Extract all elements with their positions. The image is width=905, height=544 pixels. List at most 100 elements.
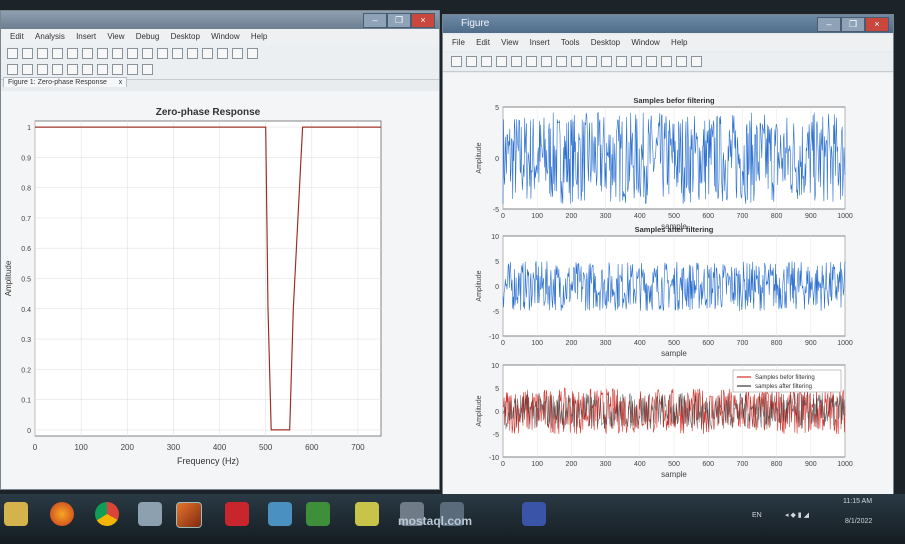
x-tick-label: 100 [531, 461, 543, 468]
toolbar-button[interactable] [22, 64, 33, 75]
excel-icon[interactable] [306, 502, 330, 526]
toolbar-button[interactable] [232, 48, 243, 59]
acrobat-icon[interactable] [225, 502, 249, 526]
toolbar-button[interactable] [691, 56, 702, 67]
notepad-icon[interactable] [268, 502, 292, 526]
toolbar-button[interactable] [142, 48, 153, 59]
toolbar-button[interactable] [556, 56, 567, 67]
x-tick-label: 0 [501, 213, 505, 220]
minimize-button[interactable]: – [817, 17, 841, 32]
toolbar-button[interactable] [52, 64, 63, 75]
y-tick-label: -5 [493, 207, 499, 214]
toolbar-button[interactable] [22, 48, 33, 59]
toolbar-button[interactable] [526, 56, 537, 67]
toolbar-button[interactable] [616, 56, 627, 67]
toolbar-button[interactable] [67, 64, 78, 75]
toolbar-button[interactable] [172, 48, 183, 59]
close-icon[interactable]: x [119, 79, 123, 86]
toolbar-button[interactable] [82, 48, 93, 59]
toolbar-button[interactable] [247, 48, 258, 59]
menu-item[interactable]: View [501, 35, 518, 51]
toolbar-button[interactable] [661, 56, 672, 67]
toolbar-button[interactable] [127, 64, 138, 75]
menu-item[interactable]: Analysis [35, 29, 65, 45]
menu-item[interactable]: Window [631, 35, 659, 51]
toolbar-button[interactable] [7, 48, 18, 59]
toolbar-button[interactable] [586, 56, 597, 67]
right-menu-bar: File Edit View Insert Tools Desktop Wind… [443, 35, 893, 51]
clock-time[interactable]: 11:15 AM [843, 498, 872, 505]
explorer-icon[interactable] [4, 502, 28, 526]
firefox-icon[interactable] [50, 502, 74, 526]
x-tick-label: 400 [634, 340, 646, 347]
clock-date[interactable]: 8/1/2022 [845, 518, 872, 525]
toolbar-button[interactable] [202, 48, 213, 59]
menu-item[interactable]: File [452, 35, 465, 51]
toolbar-button[interactable] [676, 56, 687, 67]
toolbar-button[interactable] [52, 48, 63, 59]
toolbar-button[interactable] [112, 64, 123, 75]
toolbar-button[interactable] [37, 48, 48, 59]
tray-icons[interactable]: ◂ ◆ ▮ ◢ [785, 511, 809, 519]
y-tick-label: 0 [495, 284, 499, 291]
menu-item[interactable]: Desktop [591, 35, 620, 51]
toolbar-button[interactable] [187, 48, 198, 59]
menu-item[interactable]: Tools [561, 35, 580, 51]
close-button[interactable]: × [411, 13, 435, 28]
toolbar-button[interactable] [541, 56, 552, 67]
menu-item[interactable]: Edit [10, 29, 24, 45]
toolbar-button[interactable] [112, 48, 123, 59]
maximize-button[interactable]: ❐ [841, 17, 865, 32]
maximize-button[interactable]: ❐ [387, 13, 411, 28]
minimize-button[interactable]: – [363, 13, 387, 28]
y-tick-label: 0.7 [21, 216, 31, 223]
chrome-icon[interactable] [95, 502, 119, 526]
legend-label: Samples befor filtering [755, 375, 815, 381]
y-tick-label: 0 [495, 156, 499, 163]
toolbar-button[interactable] [7, 64, 18, 75]
toolbar-button[interactable] [37, 64, 48, 75]
toolbar-button[interactable] [571, 56, 582, 67]
folder-icon[interactable] [355, 502, 379, 526]
toolbar-button[interactable] [511, 56, 522, 67]
toolbar-button[interactable] [157, 48, 168, 59]
toolbar-button[interactable] [97, 48, 108, 59]
menu-item[interactable]: Help [251, 29, 267, 45]
menu-item[interactable]: Debug [136, 29, 160, 45]
toolbar-button[interactable] [646, 56, 657, 67]
chart-title: Samples after filtering [635, 225, 714, 234]
app-icon[interactable] [138, 502, 162, 526]
menu-item[interactable]: Window [211, 29, 239, 45]
language-indicator[interactable]: EN [752, 512, 762, 519]
toolbar-button[interactable] [631, 56, 642, 67]
toolbar-button[interactable] [67, 48, 78, 59]
doc-tab[interactable]: Figure 1: Zero-phase Response x [3, 77, 128, 87]
menu-item[interactable]: Insert [530, 35, 550, 51]
x-tick-label: 1000 [837, 213, 853, 220]
menu-item[interactable]: View [107, 29, 124, 45]
right-toolbar [443, 53, 893, 72]
right-title-bar: Figure – ❐ × [443, 15, 893, 33]
toolbar-button[interactable] [82, 64, 93, 75]
x-tick-label: 300 [167, 443, 181, 452]
x-tick-label: 900 [805, 461, 817, 468]
menu-item[interactable]: Insert [76, 29, 96, 45]
x-tick-label: 900 [805, 213, 817, 220]
close-button[interactable]: × [865, 17, 889, 32]
y-tick-label: 0.4 [21, 307, 31, 314]
toolbar-button[interactable] [142, 64, 153, 75]
toolbar-button[interactable] [481, 56, 492, 67]
toolbar-button[interactable] [496, 56, 507, 67]
toolbar-button[interactable] [217, 48, 228, 59]
toolbar-button[interactable] [127, 48, 138, 59]
toolbar-button[interactable] [466, 56, 477, 67]
y-tick-label: 0.5 [21, 277, 31, 284]
menu-item[interactable]: Edit [476, 35, 490, 51]
matlab-icon[interactable] [176, 502, 202, 528]
menu-item[interactable]: Help [671, 35, 687, 51]
toolbar-button[interactable] [451, 56, 462, 67]
toolbar-button[interactable] [97, 64, 108, 75]
menu-item[interactable]: Desktop [171, 29, 200, 45]
toolbar-button[interactable] [601, 56, 612, 67]
hand-icon[interactable] [522, 502, 546, 526]
